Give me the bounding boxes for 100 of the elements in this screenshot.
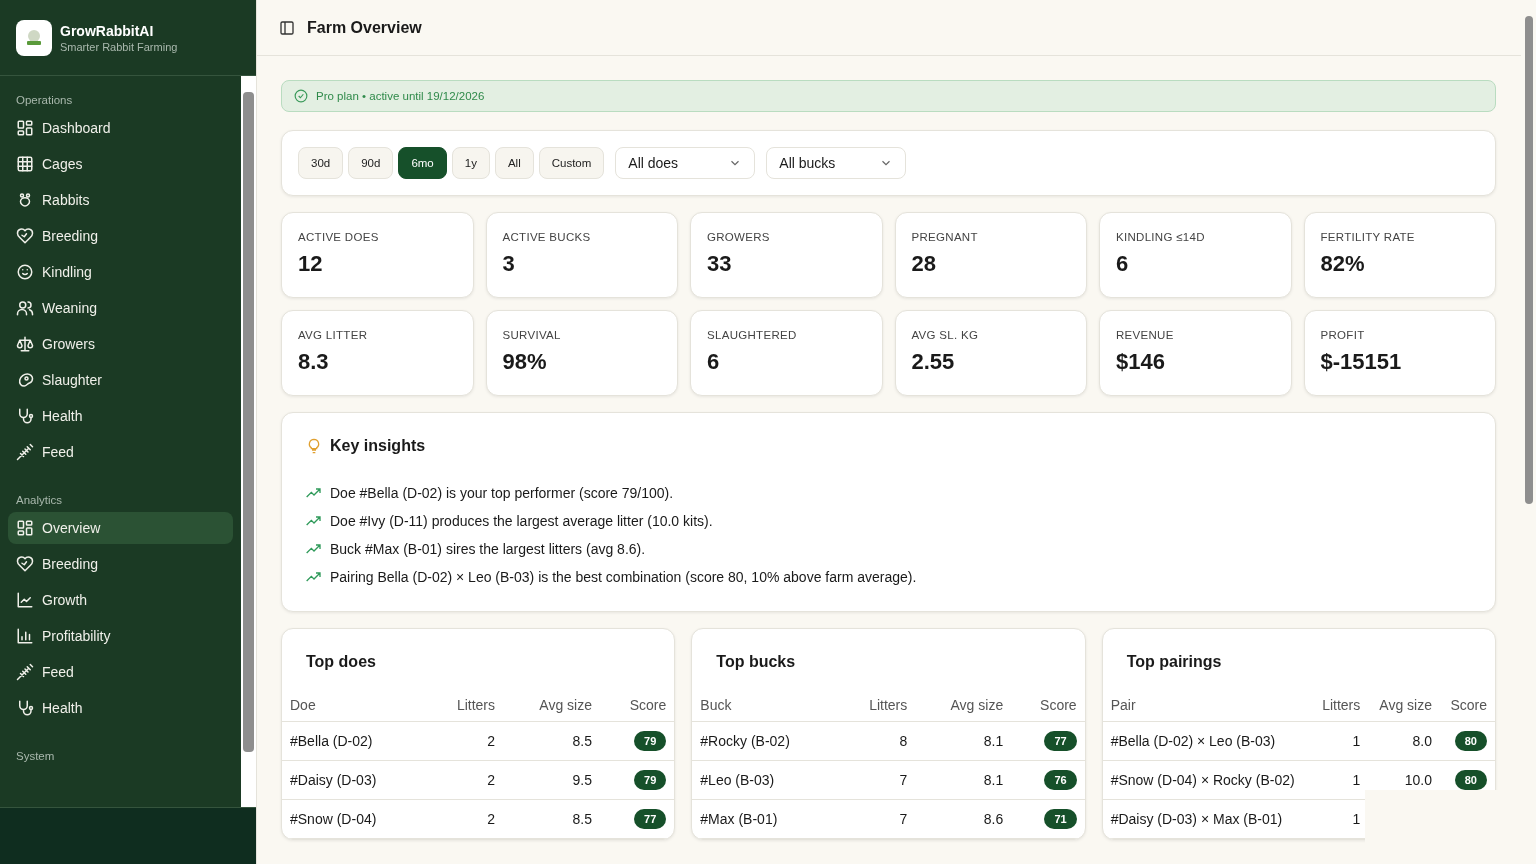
range-button[interactable]: All xyxy=(494,147,534,179)
stat-value: $146 xyxy=(1116,349,1166,375)
column-header: Avg size xyxy=(1379,697,1433,713)
wheat-icon xyxy=(16,443,34,461)
stat-label: PROFIT xyxy=(1320,329,1366,341)
page-title: Farm Overview xyxy=(307,18,422,37)
grid-icon xyxy=(16,119,34,137)
stat-value: 98% xyxy=(502,349,548,375)
table-cell: 8.5 xyxy=(572,811,593,827)
score-badge: 80 xyxy=(1454,770,1487,790)
insight-text: Buck #Max (B-01) sires the largest litters (avg 8.6). xyxy=(330,541,646,557)
column-header: Avg size xyxy=(950,697,1004,713)
steak-icon xyxy=(16,371,34,389)
nav-section-title: Operations xyxy=(15,93,74,108)
table-cell: 2 xyxy=(487,811,496,827)
stat-label: REVENUE xyxy=(1116,329,1175,341)
score-badge: 71 xyxy=(1044,809,1077,829)
column-header: Score xyxy=(1040,697,1077,713)
plan-status: Pro plan • active until 19/12/2026 xyxy=(316,90,485,102)
brand-tagline: Smarter Rabbit Farming xyxy=(60,40,178,53)
nav-item[interactable]: Growth xyxy=(8,584,233,616)
nav-item[interactable]: Kindling xyxy=(8,256,233,288)
stat-value: 82% xyxy=(1320,251,1366,277)
stat-label: SURVIVAL xyxy=(502,329,562,341)
table-cell: 2 xyxy=(487,733,496,749)
stat-value: 3 xyxy=(502,251,516,277)
table-title: Top bucks xyxy=(715,653,797,672)
trending-up-icon xyxy=(306,571,322,583)
column-header: Litters xyxy=(1322,697,1361,713)
table-cell: 7 xyxy=(899,811,908,827)
column-header: Doe xyxy=(290,697,316,713)
lightbulb-icon xyxy=(306,438,322,454)
scrollbar[interactable] xyxy=(241,76,256,807)
nav-item[interactable]: Rabbits xyxy=(8,184,233,216)
nav-item[interactable]: Dashboard xyxy=(8,112,233,144)
stetho-icon xyxy=(16,407,34,425)
range-button[interactable]: Custom xyxy=(538,147,605,179)
score-badge: 80 xyxy=(1454,731,1487,751)
stat-value: 6 xyxy=(707,349,721,375)
nav-item[interactable]: Breeding xyxy=(8,220,233,252)
nav-item[interactable]: Growers xyxy=(8,328,233,360)
stat-label: AVG LITTER xyxy=(298,329,369,341)
range-button[interactable]: 1y xyxy=(451,147,490,179)
nav-item[interactable]: Health xyxy=(8,400,233,432)
stat-value: $-15151 xyxy=(1320,349,1403,375)
score-badge: 79 xyxy=(634,770,667,790)
stat-value: 12 xyxy=(298,251,324,277)
table-cell: #Snow (D-04) × Rocky (B-02) xyxy=(1110,772,1295,788)
table-cell: #Bella (D-02) × Leo (B-03) xyxy=(1110,733,1276,749)
face-icon xyxy=(16,263,34,281)
table-cell: 10.0 xyxy=(1404,772,1433,788)
nav-item[interactable]: Slaughter xyxy=(8,364,233,396)
users-icon xyxy=(16,299,34,317)
range-button[interactable]: 6mo xyxy=(398,147,447,179)
stat-label: GROWERS xyxy=(707,231,771,243)
wheat-icon xyxy=(16,663,34,681)
stat-label: SLAUGHTERED xyxy=(707,329,798,341)
stat-value: 6 xyxy=(1116,251,1130,277)
nav-section-title: Analytics xyxy=(15,493,64,508)
filter-dropdown[interactable]: All bucks xyxy=(766,147,907,179)
score-badge: 76 xyxy=(1044,770,1077,790)
range-button[interactable]: 30d xyxy=(298,147,344,179)
score-badge: 79 xyxy=(634,731,667,751)
table-cell: 1 xyxy=(1352,772,1361,788)
check-circle-icon xyxy=(294,89,308,103)
table-cell: 9.5 xyxy=(572,772,593,788)
stat-value: 8.3 xyxy=(298,349,330,375)
nav-item[interactable]: Cages xyxy=(8,148,233,180)
table-cell: #Max (B-01) xyxy=(700,811,778,827)
range-button[interactable]: 90d xyxy=(348,147,394,179)
trending-up-icon xyxy=(306,487,322,499)
stat-value: 2.55 xyxy=(911,349,956,375)
heart-icon xyxy=(16,555,34,573)
table-cell: 1 xyxy=(1352,811,1361,827)
table-title: Top does xyxy=(305,653,377,672)
nav-item[interactable]: Weaning xyxy=(8,292,233,324)
table-cell: #Daisy (D-03) xyxy=(290,772,377,788)
table-cell: 8.6 xyxy=(983,811,1004,827)
nav-item[interactable]: Profitability xyxy=(8,620,233,652)
table-cell: 8.0 xyxy=(1412,733,1433,749)
sidebar-toggle-icon[interactable] xyxy=(279,19,295,36)
stetho-icon xyxy=(16,699,34,717)
column-header: Litters xyxy=(456,697,496,713)
nav-item[interactable]: Health xyxy=(8,692,233,724)
bars-icon xyxy=(16,627,34,645)
stat-label: ACTIVE DOES xyxy=(298,231,380,243)
nav-item[interactable]: Breeding xyxy=(8,548,233,580)
stat-label: PREGNANT xyxy=(911,231,979,243)
table-title: Top pairings xyxy=(1125,653,1223,672)
column-header: Pair xyxy=(1110,697,1136,713)
column-header: Litters xyxy=(869,697,908,713)
insight-text: Doe #Ivy (D-11) produces the largest average litter (10.0 kits). xyxy=(330,513,713,529)
table-icon xyxy=(16,155,34,173)
table-cell: #Rocky (B-02) xyxy=(700,733,790,749)
nav-item[interactable]: Feed xyxy=(8,656,233,688)
insights-title: Key insights xyxy=(330,437,426,455)
nav-item[interactable]: Feed xyxy=(8,436,233,468)
table-cell: #Bella (D-02) xyxy=(290,733,373,749)
nav-item[interactable]: Overview xyxy=(8,512,233,544)
filter-dropdown[interactable]: All does xyxy=(615,147,756,179)
